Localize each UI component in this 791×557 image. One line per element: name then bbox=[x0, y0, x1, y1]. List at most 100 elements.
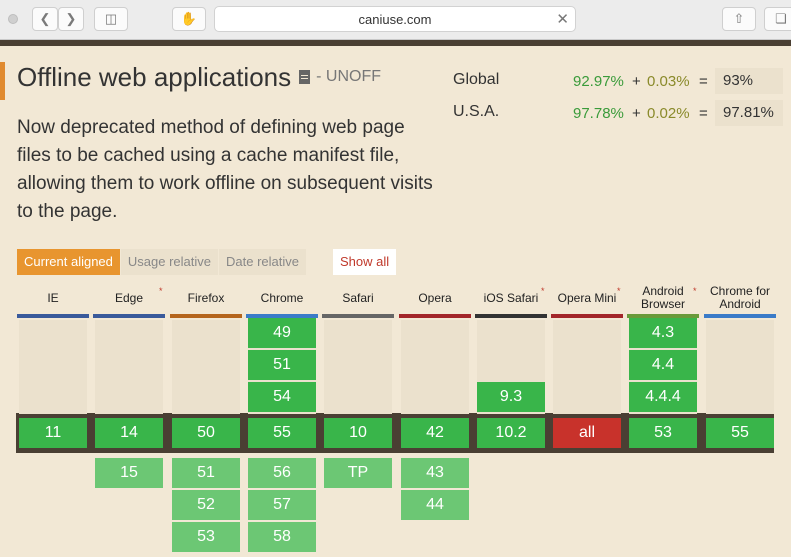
document-icon[interactable] bbox=[299, 70, 311, 85]
stat-total: 97.81% bbox=[715, 100, 783, 126]
sidebar-icon: ◫ bbox=[104, 11, 118, 26]
stat-label: Global bbox=[453, 71, 500, 88]
current-version-cell[interactable]: 42 bbox=[401, 418, 469, 448]
future-version-cell[interactable]: 51 bbox=[172, 458, 240, 488]
current-version-cell[interactable]: 10.2 bbox=[477, 418, 545, 448]
title-accent bbox=[0, 62, 5, 100]
future-version-cell[interactable]: 57 bbox=[248, 490, 316, 520]
address-bar[interactable]: caniuse.com ✕ bbox=[214, 6, 576, 32]
view-tabs: Current aligned Usage relative Date rela… bbox=[17, 249, 307, 275]
stat-plus: + bbox=[632, 73, 641, 90]
browser-name: iOS Safari bbox=[483, 291, 539, 305]
version-cell[interactable]: 49 bbox=[248, 318, 316, 348]
stat-supported: 92.97% bbox=[573, 73, 624, 90]
chevron-left-icon: ❮ bbox=[39, 11, 51, 26]
browser-name: Firefox bbox=[187, 291, 225, 305]
future-version-cell[interactable]: TP bbox=[324, 458, 392, 488]
future-version-cell[interactable]: 52 bbox=[172, 490, 240, 520]
show-all-button[interactable]: Show all bbox=[333, 249, 397, 275]
current-version-cell[interactable]: 11 bbox=[19, 418, 87, 448]
browser-color-bar bbox=[399, 314, 471, 318]
browser-name: Opera Mini bbox=[557, 291, 617, 305]
browser-color-bar bbox=[551, 314, 623, 318]
note-marker[interactable]: * bbox=[617, 286, 621, 296]
future-version-cell[interactable]: 43 bbox=[401, 458, 469, 488]
share-icon: ⇧ bbox=[733, 11, 745, 26]
past-versions-area bbox=[553, 320, 621, 414]
back-button[interactable]: ❮ bbox=[32, 7, 58, 31]
future-version-cell[interactable]: 15 bbox=[95, 458, 163, 488]
note-marker[interactable]: * bbox=[159, 286, 163, 296]
browser-name: Opera bbox=[418, 291, 452, 305]
current-version-cell[interactable]: 53 bbox=[629, 418, 697, 448]
version-cell[interactable]: 4.4.4 bbox=[629, 382, 697, 412]
future-version-cell[interactable]: 58 bbox=[248, 522, 316, 552]
browser-name: IE bbox=[47, 291, 59, 305]
browser-toolbar: ❮ ❯ ◫ ✋ caniuse.com ✕ ⇧ ❏ bbox=[0, 0, 791, 40]
stat-row-global: Global 92.97% + 0.03% = 93% bbox=[453, 68, 783, 94]
stat-partial: 0.02% bbox=[647, 105, 690, 122]
window-control-icon[interactable] bbox=[8, 14, 18, 24]
spec-status: - UNOFF bbox=[316, 68, 382, 86]
browser-color-bar bbox=[93, 314, 165, 318]
share-button[interactable]: ⇧ bbox=[722, 7, 756, 31]
browser-color-bar bbox=[475, 314, 547, 318]
past-versions-area bbox=[706, 320, 774, 414]
close-icon[interactable]: ✕ bbox=[556, 10, 569, 28]
current-version-cell[interactable]: 50 bbox=[172, 418, 240, 448]
current-version-cell[interactable]: 14 bbox=[95, 418, 163, 448]
feature-title: Offline web applications bbox=[17, 62, 292, 92]
note-marker[interactable]: * bbox=[541, 286, 545, 296]
feature-description: Now deprecated method of defining web pa… bbox=[17, 117, 433, 222]
past-versions-area bbox=[172, 320, 240, 414]
browser-color-bar bbox=[322, 314, 394, 318]
future-version-cell[interactable]: 44 bbox=[401, 490, 469, 520]
tab-usage-relative[interactable]: Usage relative bbox=[120, 249, 218, 275]
version-cell[interactable]: 4.3 bbox=[629, 318, 697, 348]
browser-name: Chrome bbox=[260, 291, 304, 305]
past-versions-area bbox=[95, 320, 163, 414]
hand-icon: ✋ bbox=[180, 11, 198, 26]
current-version-cell[interactable]: 10 bbox=[324, 418, 392, 448]
browser-name: Safari bbox=[342, 291, 374, 305]
current-version-cell[interactable]: 55 bbox=[248, 418, 316, 448]
version-cell[interactable]: 51 bbox=[248, 350, 316, 380]
current-version-cell[interactable]: 55 bbox=[706, 418, 774, 448]
page-title: Offline web applications - UNOFF bbox=[17, 62, 381, 93]
future-version-cell[interactable]: 56 bbox=[248, 458, 316, 488]
stat-label: U.S.A. bbox=[453, 103, 500, 120]
stat-equals: = bbox=[699, 73, 708, 90]
site-header-bar bbox=[0, 40, 791, 46]
stat-equals: = bbox=[699, 105, 708, 122]
forward-button[interactable]: ❯ bbox=[58, 7, 84, 31]
sidebar-button[interactable]: ◫ bbox=[94, 7, 128, 31]
browser-color-bar bbox=[170, 314, 242, 318]
version-cell[interactable]: 54 bbox=[248, 382, 316, 412]
version-cell[interactable]: 4.4 bbox=[629, 350, 697, 380]
stat-plus: + bbox=[632, 105, 641, 122]
tabs-button[interactable]: ❏ bbox=[764, 7, 791, 31]
browser-name: Edge bbox=[114, 291, 144, 305]
chevron-right-icon: ❯ bbox=[65, 11, 77, 26]
stat-row-usa: U.S.A. 97.78% + 0.02% = 97.81% bbox=[453, 100, 783, 126]
past-versions-area bbox=[401, 320, 469, 414]
tab-current-aligned[interactable]: Current aligned bbox=[17, 249, 120, 275]
stat-partial: 0.03% bbox=[647, 73, 690, 90]
current-version-cell[interactable]: all bbox=[553, 418, 621, 448]
past-versions-area bbox=[324, 320, 392, 414]
past-versions-area bbox=[19, 320, 87, 414]
url-text: caniuse.com bbox=[358, 12, 432, 27]
stat-supported: 97.78% bbox=[573, 105, 624, 122]
browser-name: Android Browser bbox=[640, 284, 685, 311]
browser-name: Chrome for Android bbox=[709, 284, 771, 311]
browser-color-bar bbox=[17, 314, 89, 318]
tabs-icon: ❏ bbox=[775, 11, 787, 26]
note-marker[interactable]: * bbox=[693, 286, 697, 296]
tab-date-relative[interactable]: Date relative bbox=[219, 249, 306, 275]
privacy-button[interactable]: ✋ bbox=[172, 7, 206, 31]
future-version-cell[interactable]: 53 bbox=[172, 522, 240, 552]
version-cell[interactable]: 9.3 bbox=[477, 382, 545, 412]
browser-color-bar bbox=[704, 314, 776, 318]
usage-stats: Global 92.97% + 0.03% = 93% U.S.A. 97.78… bbox=[453, 68, 783, 132]
stat-total: 93% bbox=[715, 68, 783, 94]
